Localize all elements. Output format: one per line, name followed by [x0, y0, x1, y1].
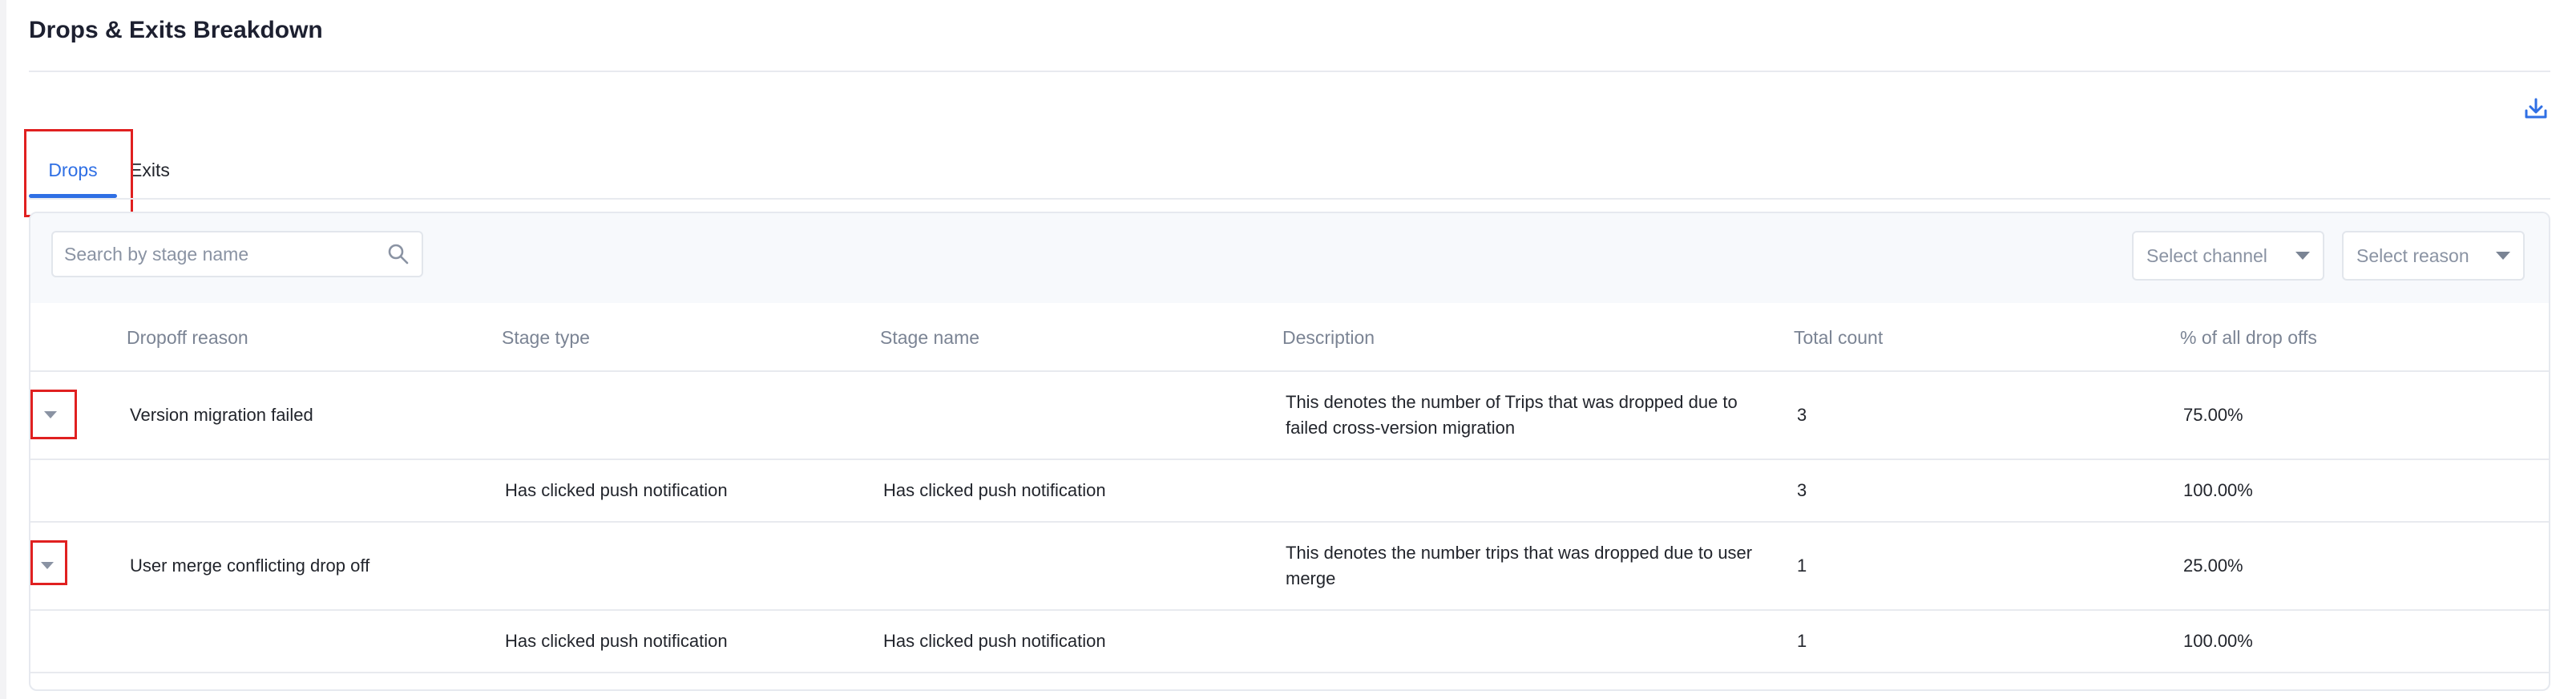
column-header-total-count[interactable]: Total count	[1794, 303, 1883, 372]
channel-select-label: Select channel	[2146, 245, 2267, 266]
stage-name-cell: Has clicked push notification	[883, 480, 1106, 500]
table-header: Dropoff reason Stage type Stage name Des…	[30, 303, 2549, 372]
dropoff-reason-cell: User merge conflicting drop off	[130, 556, 370, 576]
drops-table-panel: Select channel Select reason Dropoff rea…	[29, 212, 2550, 691]
search-input[interactable]	[64, 232, 377, 276]
title-divider	[29, 71, 2550, 72]
search-icon[interactable]	[386, 242, 410, 266]
description-cell: This denotes the number trips that was d…	[1286, 543, 1753, 588]
percent-cell: 75.00%	[2183, 405, 2243, 425]
tab-bar: Drops Exits	[29, 136, 2550, 199]
total-count-cell: 1	[1797, 631, 1807, 651]
column-header-stage-type[interactable]: Stage type	[502, 303, 590, 372]
caret-down-icon	[44, 411, 57, 418]
table-row: Has clicked push notification Has clicke…	[30, 611, 2549, 673]
download-icon[interactable]	[2521, 95, 2550, 123]
reason-select-label: Select reason	[2356, 245, 2469, 266]
tab-exits[interactable]: Exits	[130, 136, 184, 199]
page-title: Drops & Exits Breakdown	[29, 17, 323, 43]
table-row: Version migration failed This denotes th…	[30, 372, 2549, 460]
percent-cell: 25.00%	[2183, 556, 2243, 576]
tab-drops[interactable]: Drops	[29, 136, 117, 199]
reason-select[interactable]: Select reason	[2342, 231, 2525, 281]
drops-exits-card: Drops & Exits Breakdown Drops Exits Sear…	[6, 0, 2576, 699]
table-row: User merge conflicting drop off This den…	[30, 523, 2549, 611]
search-box	[51, 231, 423, 277]
channel-select[interactable]: Select channel	[2132, 231, 2324, 281]
tabs-divider	[29, 198, 2550, 200]
table-toolbar: Select channel Select reason	[30, 213, 2549, 303]
stage-type-cell: Has clicked push notification	[505, 480, 728, 500]
caret-down-icon	[41, 562, 54, 569]
column-header-description[interactable]: Description	[1282, 303, 1375, 372]
stage-name-cell: Has clicked push notification	[883, 631, 1106, 651]
description-cell: This denotes the number of Trips that wa…	[1286, 392, 1738, 438]
expand-row-button[interactable]	[30, 540, 67, 585]
percent-cell: 100.00%	[2183, 480, 2253, 500]
dropoff-reason-cell: Version migration failed	[130, 405, 313, 425]
total-count-cell: 3	[1797, 405, 1807, 425]
expand-row-button[interactable]	[30, 390, 77, 439]
column-header-stage-name[interactable]: Stage name	[880, 303, 979, 372]
table-row: Has clicked push notification Has clicke…	[30, 460, 2549, 523]
total-count-cell: 3	[1797, 480, 1807, 500]
percent-cell: 100.00%	[2183, 631, 2253, 651]
column-header-percent-drop-offs[interactable]: % of all drop offs	[2180, 303, 2317, 372]
chevron-down-icon	[2496, 252, 2510, 260]
chevron-down-icon	[2295, 252, 2310, 260]
total-count-cell: 1	[1797, 556, 1807, 576]
stage-type-cell: Has clicked push notification	[505, 631, 728, 651]
column-header-dropoff-reason[interactable]: Dropoff reason	[127, 303, 248, 372]
